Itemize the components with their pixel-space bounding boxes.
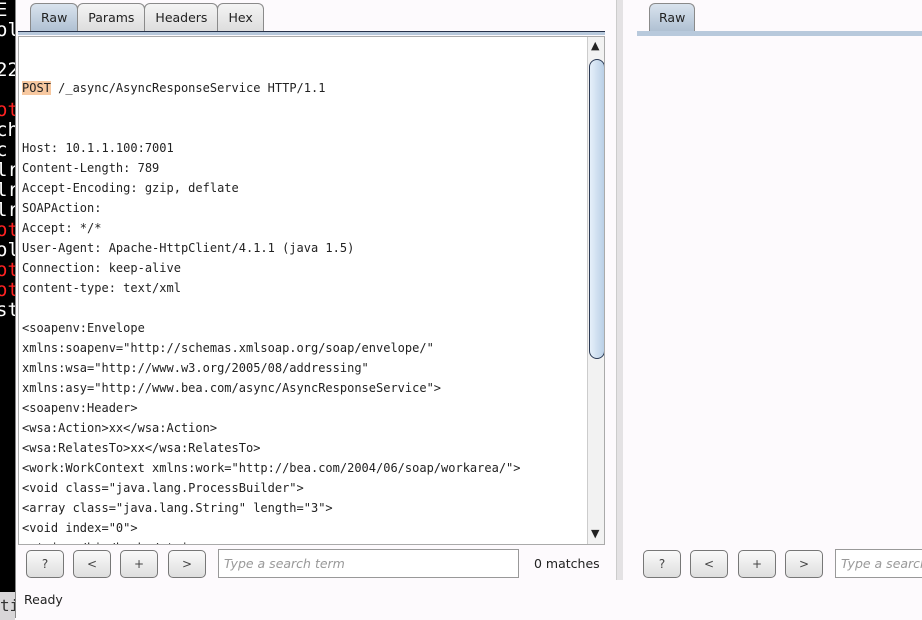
response-next-button[interactable]: > [785,550,823,578]
code-line: xmlns:wsa="http://www.w3.org/2005/08/add… [22,361,369,375]
response-tab-raw[interactable]: Raw [649,3,696,32]
code-line: SOAPAction: [22,201,102,215]
background-terminal-fragment: ti [0,592,15,620]
code-line: Content-Length: 789 [22,161,160,175]
burp-request-response-window: Raw Params Headers Hex POST /_async/Asyn… [15,0,922,618]
tab-headers[interactable]: Headers [144,3,219,32]
request-editor[interactable]: POST /_async/AsyncResponseService HTTP/1… [18,36,605,545]
code-line: Accept-Encoding: gzip, deflate [22,181,239,195]
terminal-fragment [0,320,15,340]
status-text: Ready [24,592,63,607]
code-line: Host: 10.1.1.100:7001 [22,141,174,155]
next-match-button[interactable]: > [168,550,206,578]
help-button[interactable]: ? [26,550,64,578]
response-help-button[interactable]: ? [643,550,681,578]
terminal-fragment [0,80,15,100]
code-line: xmlns:soapenv="http://schemas.xmlsoap.or… [22,341,434,355]
terminal-fragment: c [0,139,8,161]
code-line: content-type: text/xml [22,281,181,295]
response-search-input[interactable]: Type a search term [835,549,922,578]
code-line: <void class="java.lang.ProcessBuilder"> [22,481,304,495]
code-line: Connection: keep-alive [22,261,181,275]
response-tab-underline [637,31,922,36]
terminal-fragment: ch [0,119,15,141]
add-button[interactable]: + [120,550,158,578]
match-count: 0 matches [534,556,600,571]
terminal-fragment [0,400,15,420]
request-text[interactable]: POST /_async/AsyncResponseService HTTP/1… [22,37,521,544]
code-line: <soapenv:Envelope [22,321,145,335]
tab-hex[interactable]: Hex [217,3,264,32]
highlighted-method: POST [22,81,51,95]
code-line: User-Agent: Apache-HttpClient/4.1.1 (jav… [22,241,355,255]
background-terminal: Eol 22 ot ch c lr lr lr ot ol ot ot st [0,0,15,592]
terminal-fragment: st [0,299,15,321]
code-line: <string>/bin/bash</string> [22,537,521,544]
terminal-fragment: ol [0,19,15,41]
terminal-fragment: ol [0,239,15,261]
tab-raw[interactable]: Raw [30,3,79,32]
terminal-fragment: lr [0,159,15,181]
terminal-fragment [0,360,15,380]
terminal-fragment: ot [0,259,15,281]
terminal-fragment [0,340,15,360]
code-line: <wsa:RelatesTo>xx</wsa:RelatesTo> [22,441,261,455]
code-line: <work:WorkContext xmlns:work="http://bea… [22,461,521,475]
response-add-button[interactable]: + [738,550,776,578]
tab-params[interactable]: Params [77,3,146,32]
terminal-fragment: lr [0,179,15,201]
vertical-scrollbar[interactable]: ▲ ▼ [587,37,604,544]
code-line: <wsa:Action>xx</wsa:Action> [22,421,218,435]
terminal-fragment [0,380,15,400]
code-line: xmlns:asy="http://www.bea.com/async/Asyn… [22,381,442,395]
code-line: Accept: */* [22,221,102,235]
terminal-fragment: ot [0,99,15,121]
response-tabs: Raw [649,3,696,32]
request-search-input[interactable]: Type a search term [218,549,519,578]
scrollbar-thumb[interactable] [589,59,604,359]
code-line: <array class="java.lang.String" length="… [22,501,333,515]
terminal-fragment [0,460,15,480]
terminal-fragment [0,420,15,440]
request-tabs: Raw Params Headers Hex [30,3,264,32]
code-line: <soapenv:Header> [22,401,138,415]
terminal-fragment: ot [0,219,15,241]
terminal-fragment: lr [0,199,15,221]
terminal-fragment: E [0,0,8,21]
terminal-fragment [0,40,15,60]
tab-underline [18,31,605,35]
split-pane-divider[interactable] [616,0,623,580]
terminal-fragment: ot [0,279,15,301]
terminal-fragment: 22 [0,59,15,81]
previous-match-button[interactable]: < [73,550,111,578]
code-line: <void index="0"> [22,521,138,535]
terminal-fragment [0,440,15,460]
scroll-down-arrow-icon[interactable]: ▼ [591,527,599,540]
response-previous-button[interactable]: < [690,550,728,578]
scroll-up-arrow-icon[interactable]: ▲ [591,39,599,52]
